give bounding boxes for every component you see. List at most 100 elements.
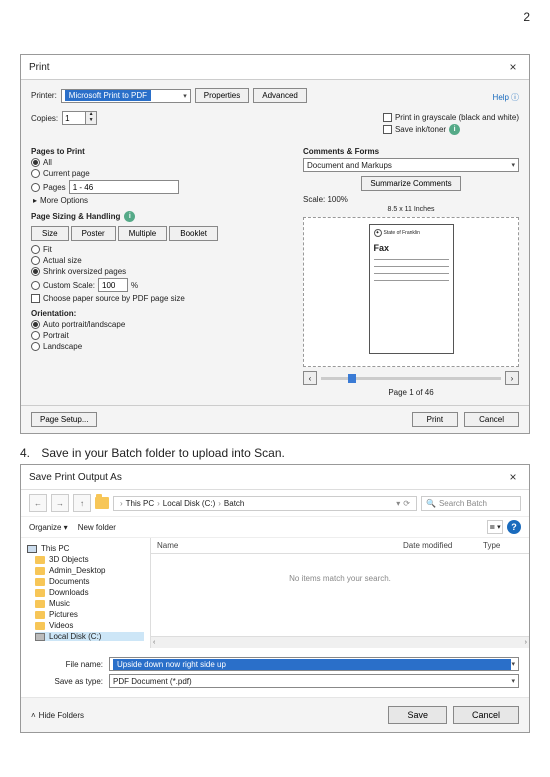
folder-icon xyxy=(35,611,45,619)
custom-radio[interactable] xyxy=(31,281,40,290)
tree-this-pc[interactable]: This PC xyxy=(27,544,144,553)
cancel-button[interactable]: Cancel xyxy=(464,412,519,427)
cancel-button[interactable]: Cancel xyxy=(453,706,519,724)
paper-size-label: 8.5 x 11 Inches xyxy=(303,206,519,213)
search-icon: 🔍 xyxy=(426,499,436,508)
folder-icon xyxy=(35,622,45,630)
up-button[interactable]: ↑ xyxy=(73,494,91,512)
all-radio[interactable] xyxy=(31,158,40,167)
file-name-input[interactable]: Upside down now right side up ▾ xyxy=(109,657,519,671)
tree-music[interactable]: Music xyxy=(35,599,144,608)
printer-select[interactable]: Microsoft Print to PDF ▾ xyxy=(61,89,191,103)
forward-button[interactable]: → xyxy=(51,494,69,512)
comments-select[interactable]: Document and Markups ▾ xyxy=(303,158,519,172)
col-date[interactable]: Date modified xyxy=(403,541,483,550)
slider-thumb[interactable] xyxy=(348,374,356,383)
chevron-down-icon[interactable]: ▾ xyxy=(396,499,400,508)
multiple-button[interactable]: Multiple xyxy=(118,226,168,241)
file-name-value: Upside down now right side up xyxy=(113,659,511,670)
more-options-toggle[interactable]: More Options xyxy=(40,196,88,205)
next-page-button[interactable]: › xyxy=(505,371,519,385)
chevron-down-icon: ▾ xyxy=(511,677,515,685)
properties-button[interactable]: Properties xyxy=(195,88,249,103)
zoom-slider[interactable] xyxy=(321,377,501,380)
copies-spinner[interactable]: ▲▼ xyxy=(62,111,97,125)
organize-menu[interactable]: Organize ▾ xyxy=(29,523,68,532)
new-folder-button[interactable]: New folder xyxy=(78,523,116,532)
pages-to-print-heading: Pages to Print xyxy=(31,147,295,156)
custom-scale-label: Custom Scale: xyxy=(43,281,95,290)
back-button[interactable]: ← xyxy=(29,494,47,512)
breadcrumb[interactable]: › This PC› Local Disk (C:)› Batch ▾ ⟳ xyxy=(113,496,417,511)
saveink-checkbox[interactable] xyxy=(383,125,392,134)
portrait-radio[interactable] xyxy=(31,331,40,340)
fit-radio[interactable] xyxy=(31,245,40,254)
current-page-label: Current page xyxy=(43,169,90,178)
tree-videos[interactable]: Videos xyxy=(35,621,144,630)
breadcrumb-batch[interactable]: Batch xyxy=(224,499,244,508)
print-dialog-titlebar: Print × xyxy=(21,55,529,80)
help-icon[interactable]: ? xyxy=(507,520,521,534)
booklet-button[interactable]: Booklet xyxy=(169,226,218,241)
refresh-icon[interactable]: ⟳ xyxy=(403,499,410,508)
breadcrumb-thispc[interactable]: This PC xyxy=(126,499,154,508)
help-link[interactable]: Help ⓘ xyxy=(493,92,519,103)
preview-page: ✦State of Franklin Fax xyxy=(369,224,454,354)
pages-input[interactable] xyxy=(69,180,179,194)
page-setup-button[interactable]: Page Setup... xyxy=(31,412,97,427)
step-number: 4. xyxy=(20,446,38,460)
prev-page-button[interactable]: ‹ xyxy=(303,371,317,385)
search-input[interactable]: 🔍 Search Batch xyxy=(421,496,521,511)
save-dialog: Save Print Output As × ← → ↑ › This PC› … xyxy=(20,464,530,733)
size-button[interactable]: Size xyxy=(31,226,69,241)
printer-label: Printer: xyxy=(31,91,57,100)
info-icon[interactable]: i xyxy=(449,124,460,135)
pages-radio[interactable] xyxy=(31,183,40,192)
folder-icon xyxy=(35,578,45,586)
help-icon: ⓘ xyxy=(511,92,519,103)
shrink-radio[interactable] xyxy=(31,267,40,276)
fit-label: Fit xyxy=(43,245,52,254)
chevron-down-icon: ▾ xyxy=(511,161,515,169)
breadcrumb-localdisk[interactable]: Local Disk (C:) xyxy=(163,499,215,508)
choose-paper-checkbox[interactable] xyxy=(31,294,40,303)
hide-folders-toggle[interactable]: ˄ Hide Folders xyxy=(31,711,84,720)
advanced-button[interactable]: Advanced xyxy=(253,88,307,103)
comments-heading: Comments & Forms xyxy=(303,147,519,156)
tree-documents[interactable]: Documents xyxy=(35,577,144,586)
file-list-header: Name Date modified Type xyxy=(151,538,529,554)
spin-down-icon[interactable]: ▼ xyxy=(86,118,96,124)
col-type[interactable]: Type xyxy=(483,541,523,550)
close-icon[interactable]: × xyxy=(505,59,521,75)
close-icon[interactable]: × xyxy=(505,469,521,485)
save-button[interactable]: Save xyxy=(388,706,447,724)
tree-local-disk[interactable]: Local Disk (C:) xyxy=(35,632,144,641)
info-icon[interactable]: i xyxy=(124,211,135,222)
tree-downloads[interactable]: Downloads xyxy=(35,588,144,597)
custom-scale-input[interactable] xyxy=(98,278,128,292)
horizontal-scrollbar[interactable]: ‹› xyxy=(151,636,529,648)
summarize-button[interactable]: Summarize Comments xyxy=(361,176,460,191)
landscape-label: Landscape xyxy=(43,342,82,351)
file-name-label: File name: xyxy=(31,660,103,669)
grayscale-checkbox[interactable] xyxy=(383,113,392,122)
col-name[interactable]: Name xyxy=(157,541,403,550)
auto-orient-radio[interactable] xyxy=(31,320,40,329)
actual-radio[interactable] xyxy=(31,256,40,265)
disk-icon xyxy=(35,633,45,641)
view-options-button[interactable]: ≣ ▾ xyxy=(487,520,503,534)
print-button[interactable]: Print xyxy=(412,412,458,427)
landscape-radio[interactable] xyxy=(31,342,40,351)
shrink-label: Shrink oversized pages xyxy=(43,267,126,276)
copies-input[interactable] xyxy=(63,112,85,124)
poster-button[interactable]: Poster xyxy=(71,226,116,241)
tree-pictures[interactable]: Pictures xyxy=(35,610,144,619)
folder-icon xyxy=(35,600,45,608)
current-radio[interactable] xyxy=(31,169,40,178)
grayscale-label: Print in grayscale (black and white) xyxy=(395,113,519,122)
save-as-type-select[interactable]: PDF Document (*.pdf) ▾ xyxy=(109,674,519,688)
step-4: 4. Save in your Batch folder to upload i… xyxy=(20,446,530,460)
sizing-heading: Page Sizing & Handling xyxy=(31,212,120,221)
tree-admin-desktop[interactable]: Admin_Desktop xyxy=(35,566,144,575)
tree-3d-objects[interactable]: 3D Objects xyxy=(35,555,144,564)
